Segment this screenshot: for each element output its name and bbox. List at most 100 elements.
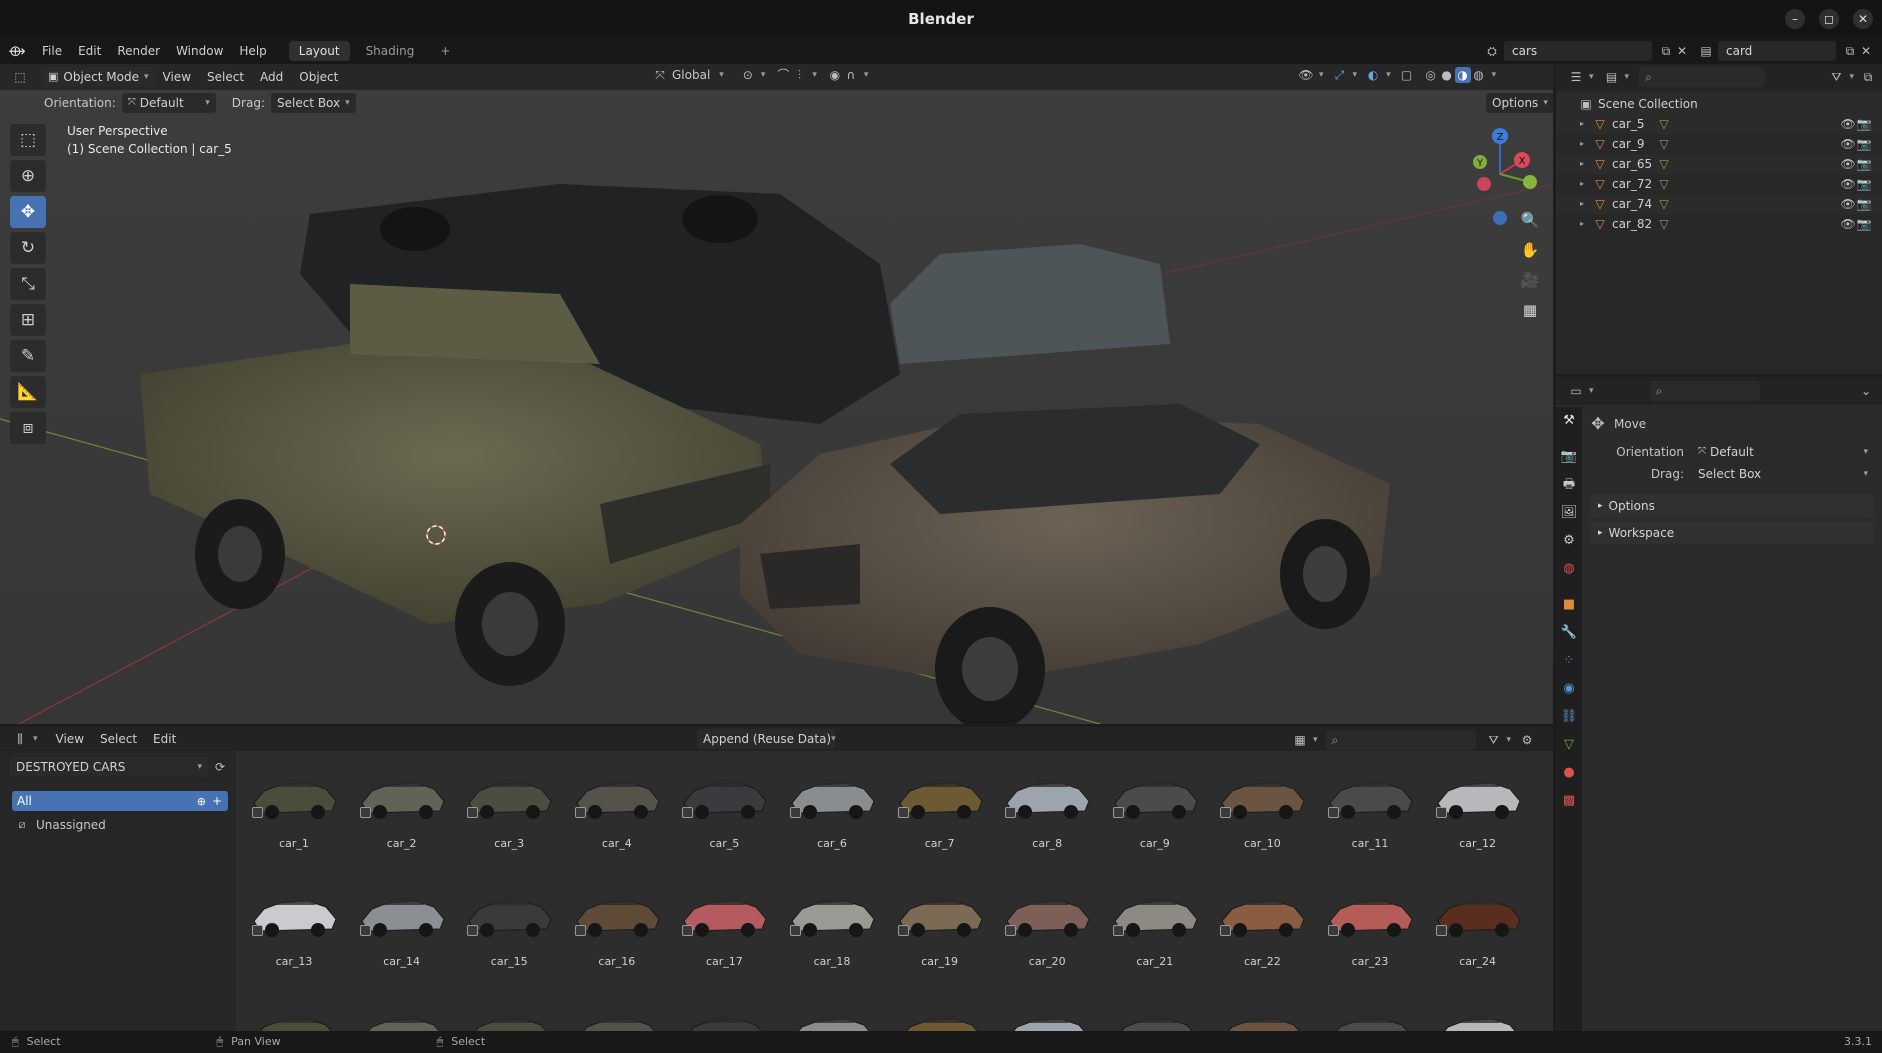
eye-icon[interactable]: 👁 — [1840, 116, 1856, 132]
delete-view-layer-icon[interactable]: ✕ — [1858, 43, 1874, 59]
outliner-item[interactable]: ▸ ▽ car_9 ▽ 👁 📷 — [1556, 134, 1882, 154]
asset-checkbox[interactable] — [1435, 807, 1447, 818]
ab-menu-select[interactable]: Select — [92, 726, 145, 752]
transform-tool[interactable]: ⊞ — [10, 304, 46, 336]
gizmo-toggle-icon[interactable]: ⤢ — [1332, 67, 1348, 83]
vp-menu-add[interactable]: Add — [252, 64, 291, 90]
expand-arrow-icon[interactable]: ▸ — [1580, 214, 1592, 234]
asset-item[interactable]: car_10 — [1212, 755, 1312, 865]
mode-dropdown[interactable]: ▣ Object Mode ▾ — [42, 67, 155, 87]
asset-item[interactable]: car_22 — [1212, 873, 1312, 983]
camera-icon[interactable]: 📷 — [1856, 216, 1872, 232]
ab-menu-edit[interactable]: Edit — [145, 726, 184, 752]
outliner-item[interactable]: ▸ ▽ car_65 ▽ 👁 📷 — [1556, 154, 1882, 174]
minimize-button[interactable]: – — [1785, 9, 1805, 29]
properties-editor-icon[interactable]: ▭ — [1568, 383, 1584, 399]
eye-icon[interactable]: 👁 — [1840, 196, 1856, 212]
expand-arrow-icon[interactable]: ▸ — [1580, 114, 1592, 134]
asset-item[interactable]: car_11 — [1320, 755, 1420, 865]
outliner-item[interactable]: ▸ ▽ car_74 ▽ 👁 📷 — [1556, 194, 1882, 214]
material-tab-icon[interactable]: ● — [1556, 759, 1582, 787]
expand-arrow-icon[interactable]: ▸ — [1580, 174, 1592, 194]
asset-checkbox[interactable] — [1220, 925, 1232, 936]
eye-icon[interactable]: 👁 — [1840, 216, 1856, 232]
material-shading-icon[interactable]: ◑ — [1454, 67, 1471, 83]
camera-icon[interactable]: 📷 — [1856, 136, 1872, 152]
pivot-point-icon[interactable]: ⊙ — [740, 67, 756, 83]
asset-item[interactable]: car_17 — [674, 873, 774, 983]
3d-viewport[interactable]: ⬚ ▣ Object Mode ▾ View Select Add Object … — [0, 64, 1553, 724]
asset-item[interactable]: car_18 — [782, 873, 882, 983]
eye-icon[interactable]: 👁 — [1840, 136, 1856, 152]
asset-checkbox[interactable] — [359, 925, 371, 936]
tab-shading[interactable]: Shading — [356, 41, 425, 61]
particles-tab-icon[interactable]: ⁘ — [1556, 647, 1582, 675]
asset-item[interactable]: car_24 — [1428, 873, 1528, 983]
eye-icon[interactable]: 👁 — [1840, 156, 1856, 172]
asset-checkbox[interactable] — [1435, 925, 1447, 936]
editor-type-icon[interactable]: ⬚ — [12, 69, 28, 85]
new-view-layer-icon[interactable]: ⧉ — [1842, 43, 1858, 59]
asset-checkbox[interactable] — [574, 925, 586, 936]
rotate-tool[interactable]: ↻ — [10, 232, 46, 264]
expand-arrow-icon[interactable]: ▸ — [1580, 154, 1592, 174]
asset-checkbox[interactable] — [682, 807, 694, 818]
asset-item[interactable] — [459, 991, 559, 1031]
ortho-toggle-icon[interactable]: ▦ — [1517, 297, 1543, 323]
asset-checkbox[interactable] — [1112, 925, 1124, 936]
display-mode-grid-icon[interactable]: ▦ — [1292, 732, 1308, 748]
view-layer-field[interactable]: card — [1718, 41, 1836, 61]
physics-tab-icon[interactable]: ◉ — [1556, 675, 1582, 703]
filter-icon[interactable]: ⛛ — [1486, 732, 1502, 748]
asset-checkbox[interactable] — [359, 807, 371, 818]
outliner-editor-icon[interactable]: ☰ — [1568, 69, 1584, 85]
asset-item[interactable] — [674, 991, 774, 1031]
asset-item[interactable] — [890, 991, 990, 1031]
annotate-tool[interactable]: ✎ — [10, 340, 46, 372]
rendered-shading-icon[interactable]: ◍ — [1471, 67, 1487, 83]
asset-checkbox[interactable] — [467, 925, 479, 936]
prop-drag-dropdown[interactable]: Select Box ▾ — [1692, 464, 1874, 484]
options-dropdown[interactable]: Options ▾ — [1486, 93, 1553, 113]
pan-hand-icon[interactable]: ✋ — [1517, 237, 1543, 263]
asset-checkbox[interactable] — [574, 807, 586, 818]
texture-tab-icon[interactable]: ▩ — [1556, 787, 1582, 815]
close-button[interactable]: ✕ — [1853, 9, 1873, 29]
asset-item[interactable]: car_9 — [1105, 755, 1205, 865]
object-tab-icon[interactable]: ■ — [1556, 591, 1582, 619]
asset-item[interactable] — [1320, 991, 1420, 1031]
zoom-icon[interactable]: 🔍 — [1517, 207, 1543, 233]
gear-icon[interactable]: ⚙ — [1519, 732, 1535, 748]
asset-item[interactable]: car_13 — [244, 873, 344, 983]
asset-item[interactable] — [352, 991, 452, 1031]
asset-item[interactable] — [244, 991, 344, 1031]
vp-menu-select[interactable]: Select — [199, 64, 252, 90]
cursor-tool[interactable]: ⊕ — [10, 160, 46, 192]
asset-item[interactable]: car_14 — [352, 873, 452, 983]
falloff-icon[interactable]: ∩ — [843, 67, 859, 83]
vp-menu-object[interactable]: Object — [291, 64, 346, 90]
constraints-tab-icon[interactable]: ⛓ — [1556, 703, 1582, 731]
new-catalog-icon[interactable]: ⊕ — [197, 795, 206, 808]
asset-item[interactable]: car_12 — [1428, 755, 1528, 865]
vp-menu-view[interactable]: View — [155, 64, 199, 90]
asset-item[interactable]: car_8 — [997, 755, 1097, 865]
tool-tab-icon[interactable]: ⚒ — [1556, 407, 1582, 435]
overlays-toggle-icon[interactable]: ◐ — [1365, 67, 1381, 83]
view-layer-icon[interactable]: ▤ — [1698, 43, 1714, 59]
camera-icon[interactable]: 📷 — [1856, 176, 1872, 192]
outliner-search[interactable]: ⌕ — [1639, 67, 1766, 87]
render-tab-icon[interactable]: 📷 — [1556, 443, 1582, 471]
maximize-button[interactable]: ◻ — [1819, 9, 1839, 29]
view-layer-tab-icon[interactable]: 🖼 — [1556, 499, 1582, 527]
add-workspace-button[interactable]: + — [430, 41, 460, 61]
drag-dropdown[interactable]: Select Box ▾ — [270, 93, 356, 113]
asset-item[interactable]: car_5 — [674, 755, 774, 865]
transform-orientation-dropdown[interactable]: Global — [672, 68, 710, 82]
scene-tab-icon[interactable]: ⚙ — [1556, 527, 1582, 555]
asset-item[interactable]: car_7 — [890, 755, 990, 865]
asset-checkbox[interactable] — [1328, 807, 1339, 818]
tab-layout[interactable]: Layout — [288, 41, 350, 61]
move-tool[interactable]: ✥ — [10, 196, 46, 228]
asset-checkbox[interactable] — [1005, 807, 1017, 818]
